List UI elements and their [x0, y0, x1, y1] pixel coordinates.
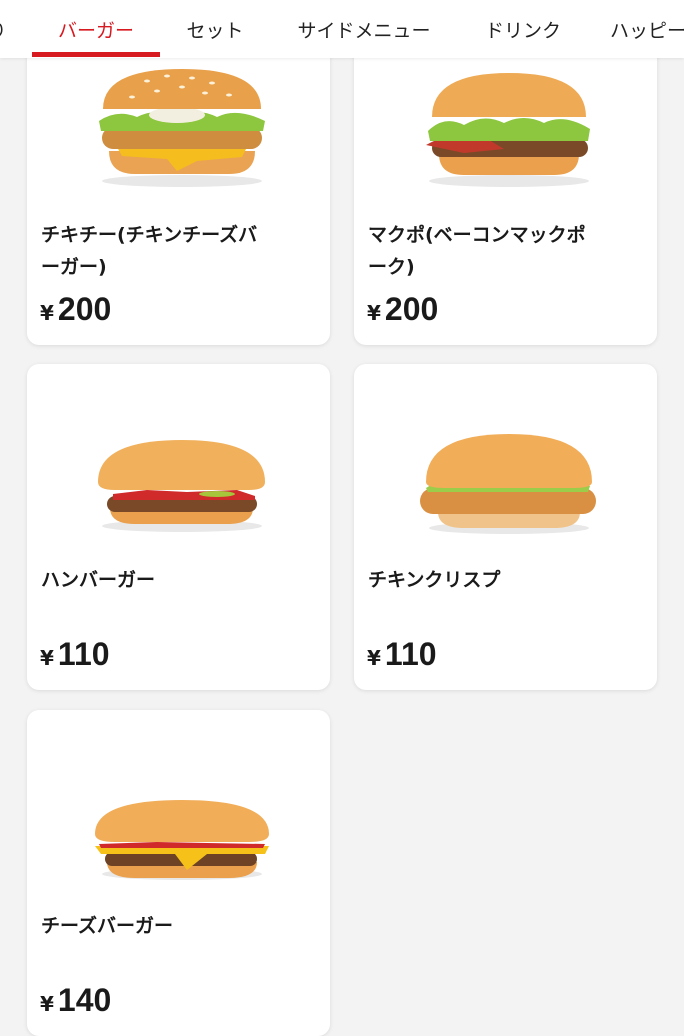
price-amount: 140 — [57, 982, 112, 1018]
product-name: マクポ(ベーコンマックポーク) — [368, 224, 586, 279]
product-card-bacon-mac-pork[interactable]: マクポ(ベーコンマックポーク) ¥ 200 — [354, 19, 657, 345]
product-name: チーズバーガー — [41, 915, 174, 937]
cheeseburger-icon — [77, 750, 287, 880]
tab-previous[interactable]: り — [0, 0, 8, 58]
product-price: ¥ 200 — [40, 291, 111, 328]
chicken-crisp-icon — [404, 404, 614, 534]
hamburger-icon — [77, 404, 287, 534]
product-name: チキチー(チキンチーズバーガー) — [41, 224, 258, 279]
tab-side-menu[interactable]: サイドメニュー — [280, 0, 448, 58]
product-name: チキンクリスプ — [368, 569, 501, 591]
currency-symbol: ¥ — [40, 646, 54, 670]
currency-symbol: ¥ — [40, 301, 54, 325]
price-amount: 110 — [384, 636, 437, 672]
product-price: ¥ 110 — [367, 636, 437, 673]
product-name: ハンバーガー — [41, 569, 156, 591]
tab-burger[interactable]: バーガー — [32, 0, 160, 58]
product-price: ¥ 110 — [40, 636, 110, 673]
tab-happy-set[interactable]: ハッピー — [604, 0, 684, 58]
price-amount: 110 — [57, 636, 110, 672]
active-tab-indicator — [32, 52, 160, 57]
chicken-cheese-burger-icon — [77, 59, 287, 189]
currency-symbol: ¥ — [367, 646, 381, 670]
category-tab-bar: り バーガー セット サイドメニュー ドリンク ハッピー — [0, 0, 684, 58]
price-amount: 200 — [384, 291, 439, 327]
tab-set[interactable]: セット — [172, 0, 258, 58]
bacon-mac-pork-icon — [404, 59, 614, 189]
product-card-chicken-crisp[interactable]: チキンクリスプ ¥ 110 — [354, 364, 657, 690]
product-card-chicken-cheese[interactable]: チキチー(チキンチーズバーガー) ¥ 200 — [27, 19, 330, 345]
product-card-cheeseburger[interactable]: チーズバーガー ¥ 140 — [27, 710, 330, 1036]
product-price: ¥ 200 — [367, 291, 438, 328]
product-price: ¥ 140 — [40, 982, 111, 1019]
product-card-hamburger[interactable]: ハンバーガー ¥ 110 — [27, 364, 330, 690]
price-amount: 200 — [57, 291, 112, 327]
tab-drink[interactable]: ドリンク — [470, 0, 576, 58]
currency-symbol: ¥ — [40, 992, 54, 1016]
currency-symbol: ¥ — [367, 301, 381, 325]
